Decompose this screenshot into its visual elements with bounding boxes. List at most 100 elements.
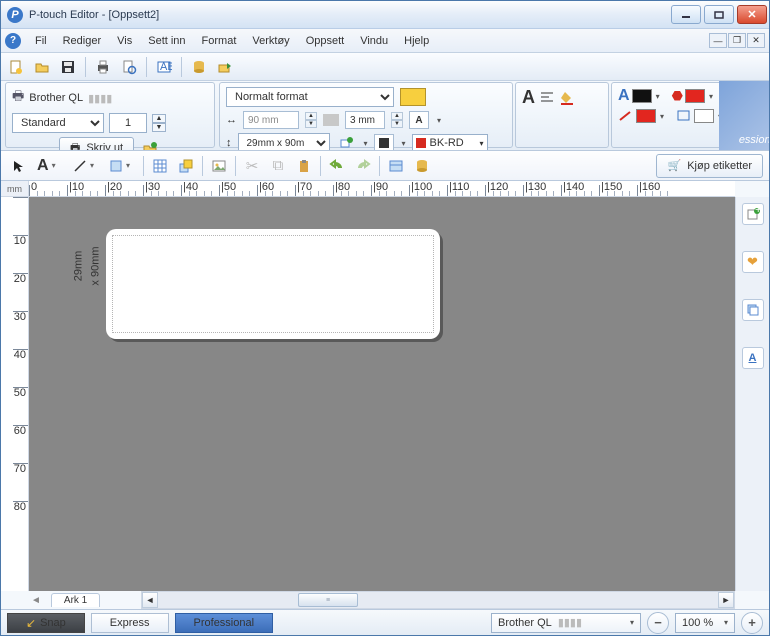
text-side-button[interactable]: A bbox=[742, 347, 764, 369]
arrange-tool[interactable] bbox=[174, 154, 198, 178]
mdi-close-button[interactable]: ✕ bbox=[747, 33, 765, 48]
menu-hjelp[interactable]: Hjelp bbox=[396, 32, 437, 50]
open-button[interactable] bbox=[31, 56, 53, 78]
textbox-button[interactable]: ABC bbox=[153, 56, 175, 78]
color-mode-button[interactable] bbox=[374, 134, 394, 151]
pointer-tool[interactable] bbox=[7, 154, 31, 178]
minimize-button[interactable] bbox=[671, 5, 701, 24]
line-color-swatch[interactable] bbox=[636, 109, 656, 123]
sheet-prev[interactable]: ◄ bbox=[31, 595, 41, 606]
mode-express[interactable]: Express bbox=[91, 613, 169, 633]
text-frame-button[interactable]: A bbox=[409, 111, 429, 129]
text-color-icon: A bbox=[618, 87, 630, 105]
width-up[interactable]: ▲ bbox=[305, 112, 317, 120]
paste-button[interactable] bbox=[292, 154, 316, 178]
size-select[interactable]: 29mm x 90m bbox=[238, 133, 330, 151]
print-button[interactable] bbox=[92, 56, 114, 78]
line-tool[interactable] bbox=[69, 154, 103, 178]
mdi-minimize-button[interactable]: — bbox=[709, 33, 727, 48]
zoom-in-button[interactable]: + bbox=[741, 612, 763, 634]
maximize-button[interactable] bbox=[704, 5, 734, 24]
sheet-tabs: ◄ Ark 1 bbox=[29, 591, 100, 609]
status-printer-select[interactable]: Brother QL▮▮▮▮ bbox=[491, 613, 641, 633]
shape-color-dd[interactable] bbox=[707, 90, 713, 102]
undo-button[interactable] bbox=[325, 154, 349, 178]
zoom-select[interactable]: 100 % bbox=[675, 613, 735, 633]
margin-up[interactable]: ▲ bbox=[391, 112, 403, 120]
new-button[interactable] bbox=[5, 56, 27, 78]
margin-field[interactable]: 3 mm bbox=[345, 111, 385, 129]
object-toolbar: A ✂ ⧉ 🛒 Kjøp etiketter bbox=[1, 151, 769, 181]
width-field[interactable]: 90 mm bbox=[243, 111, 299, 129]
zoom-out-button[interactable]: − bbox=[647, 612, 669, 634]
save-button[interactable] bbox=[57, 56, 79, 78]
feed-button[interactable] bbox=[336, 134, 356, 151]
menu-settinn[interactable]: Sett inn bbox=[140, 32, 193, 50]
label-object[interactable] bbox=[106, 229, 440, 339]
color-mode-dd[interactable] bbox=[400, 137, 406, 149]
bg-color-swatch[interactable] bbox=[694, 109, 714, 123]
print-mode-select[interactable]: Standard bbox=[12, 113, 104, 133]
menu-bar: ? Fil Rediger Vis Sett inn Format Verktø… bbox=[1, 29, 769, 53]
font-icon: A bbox=[522, 87, 535, 108]
mode-snap[interactable]: Snap bbox=[7, 613, 85, 633]
preview-button[interactable] bbox=[118, 56, 140, 78]
tape-select[interactable]: BK-RD▾ bbox=[412, 134, 488, 151]
text-style-panel: A bbox=[515, 82, 609, 148]
transfer-button[interactable] bbox=[214, 56, 236, 78]
table-tool[interactable] bbox=[148, 154, 172, 178]
menu-format[interactable]: Format bbox=[194, 32, 245, 50]
copies-up-button[interactable]: ▲ bbox=[152, 114, 166, 123]
width-down[interactable]: ▼ bbox=[305, 120, 317, 128]
menu-rediger[interactable]: Rediger bbox=[55, 32, 110, 50]
standard-toolbar: ABC bbox=[1, 53, 769, 81]
print-button-panel[interactable]: 🖶 Skriv ut bbox=[59, 137, 134, 151]
menu-verktoy[interactable]: Verktøy bbox=[244, 32, 297, 50]
margin-down[interactable]: ▼ bbox=[391, 120, 403, 128]
orientation-landscape-button[interactable] bbox=[400, 88, 426, 106]
add-side-button[interactable]: + bbox=[742, 203, 764, 225]
image-tool[interactable] bbox=[207, 154, 231, 178]
sheet-tab-1[interactable]: Ark 1 bbox=[51, 593, 100, 607]
database-button[interactable] bbox=[188, 56, 210, 78]
layout-view-button[interactable] bbox=[384, 154, 408, 178]
text-color-swatch[interactable] bbox=[632, 89, 652, 103]
buy-labels-button[interactable]: 🛒 Kjøp etiketter bbox=[656, 154, 763, 178]
mdi-restore-button[interactable]: ❐ bbox=[728, 33, 746, 48]
layouts-side-button[interactable] bbox=[742, 299, 764, 321]
shape-color-swatch[interactable] bbox=[685, 89, 705, 103]
scroll-left-button[interactable]: ◄ bbox=[142, 592, 158, 608]
db-view-button[interactable] bbox=[410, 154, 434, 178]
line-color-dd[interactable] bbox=[658, 110, 664, 122]
scroll-right-button[interactable]: ► bbox=[718, 592, 734, 608]
menu-fil[interactable]: Fil bbox=[27, 32, 55, 50]
text-color-dd[interactable] bbox=[654, 90, 660, 102]
menu-oppsett[interactable]: Oppsett bbox=[298, 32, 353, 50]
copies-input[interactable] bbox=[109, 113, 147, 133]
printer-icon: 🖶 bbox=[12, 87, 24, 109]
side-toolbar: + ❤ A bbox=[735, 197, 769, 591]
align-icon[interactable] bbox=[539, 90, 555, 106]
margin-icon bbox=[323, 114, 339, 126]
cut-button[interactable]: ✂ bbox=[240, 154, 264, 178]
copies-down-button[interactable]: ▼ bbox=[152, 123, 166, 132]
color-fill-icon[interactable] bbox=[559, 90, 575, 106]
text-tool[interactable]: A bbox=[33, 154, 67, 178]
canvas[interactable]: 29mmx 90mm bbox=[29, 197, 735, 591]
menu-vindu[interactable]: Vindu bbox=[352, 32, 396, 50]
text-frame-dd[interactable] bbox=[435, 114, 441, 126]
shape-tool[interactable] bbox=[105, 154, 139, 178]
menu-vis[interactable]: Vis bbox=[109, 32, 140, 50]
print-options-button[interactable] bbox=[139, 137, 161, 151]
favorites-side-button[interactable]: ❤ bbox=[742, 251, 764, 273]
feed-dd[interactable] bbox=[362, 137, 368, 149]
hscroll-thumb[interactable]: ≡ bbox=[298, 593, 358, 607]
mode-professional[interactable]: Professional bbox=[175, 613, 274, 633]
copy-button[interactable]: ⧉ bbox=[266, 154, 290, 178]
help-icon[interactable]: ? bbox=[5, 33, 21, 49]
redo-button[interactable] bbox=[351, 154, 375, 178]
buy-labels-label: Kjøp etiketter bbox=[687, 160, 752, 172]
close-button[interactable]: ✕ bbox=[737, 5, 767, 24]
format-select[interactable]: Normalt format bbox=[226, 87, 394, 107]
horizontal-scrollbar[interactable]: ◄ ≡ ► bbox=[141, 591, 735, 609]
